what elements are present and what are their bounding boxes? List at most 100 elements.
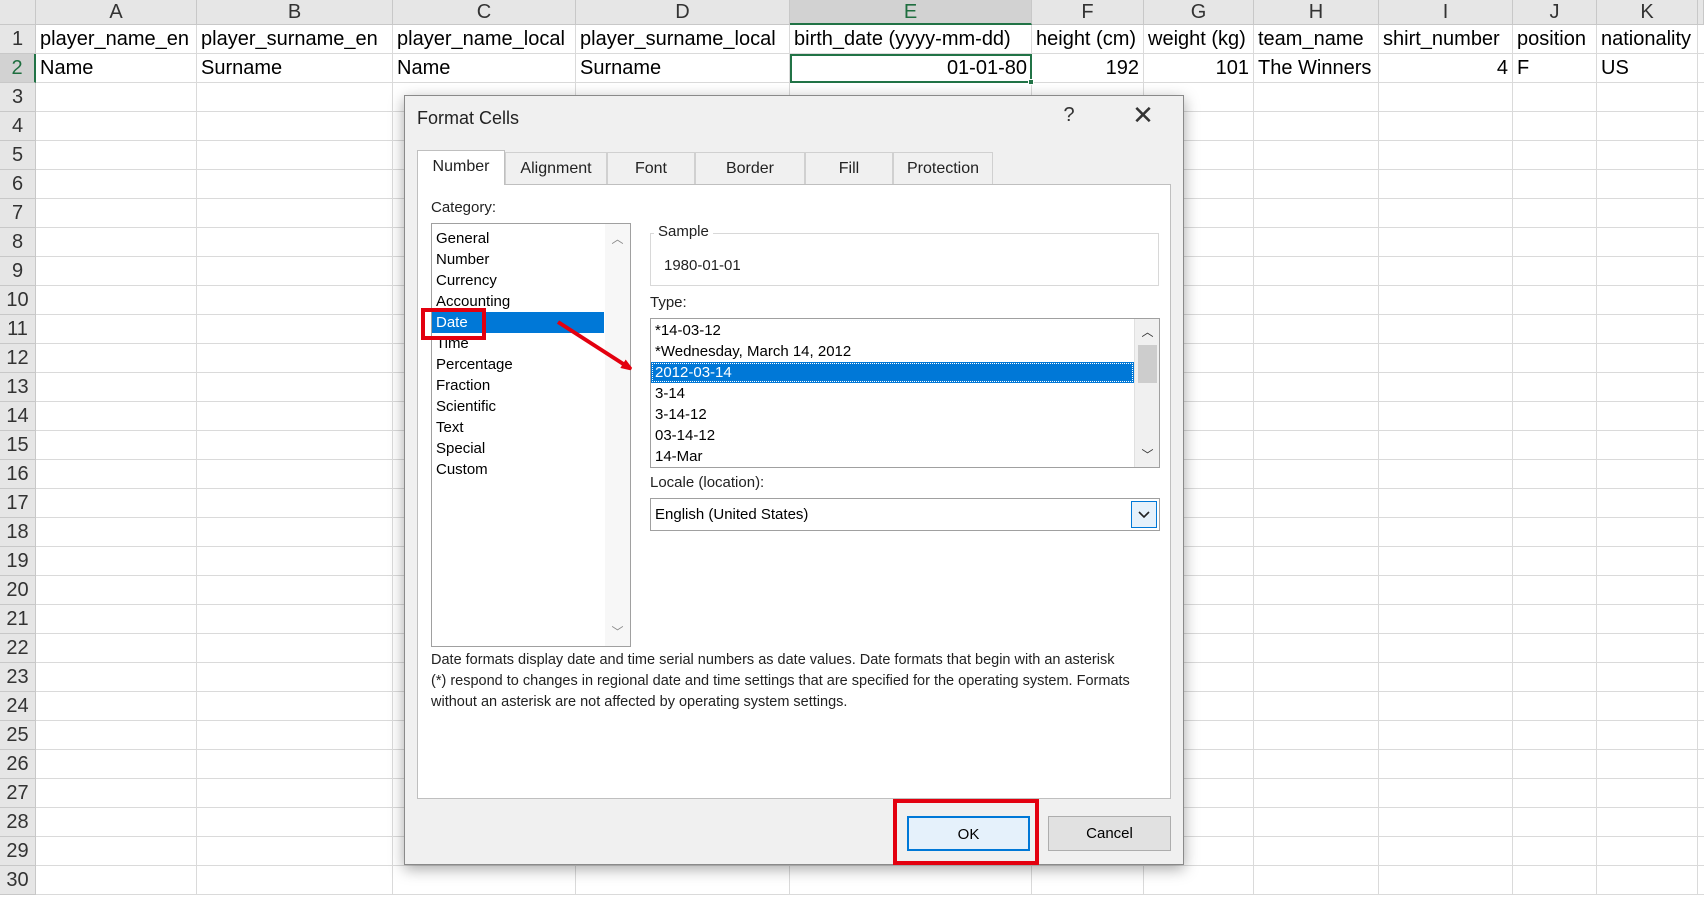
row-header-29[interactable]: 29: [0, 837, 36, 866]
cell-b15[interactable]: [197, 431, 393, 460]
cell-b24[interactable]: [197, 692, 393, 721]
cell-b20[interactable]: [197, 576, 393, 605]
cell-j2[interactable]: F: [1513, 54, 1597, 83]
cell-b5[interactable]: [197, 141, 393, 170]
cell-k19[interactable]: [1597, 547, 1698, 576]
cell-i30[interactable]: [1379, 866, 1513, 895]
category-item-accounting[interactable]: Accounting: [432, 291, 604, 312]
cell-b8[interactable]: [197, 228, 393, 257]
row-header-3[interactable]: 3: [0, 83, 36, 112]
cell-k10[interactable]: [1597, 286, 1698, 315]
cell-j9[interactable]: [1513, 257, 1597, 286]
cell-j24[interactable]: [1513, 692, 1597, 721]
cell-a20[interactable]: [36, 576, 197, 605]
category-item-general[interactable]: General: [432, 228, 604, 249]
cell-a27[interactable]: [36, 779, 197, 808]
cell-j16[interactable]: [1513, 460, 1597, 489]
row-header-17[interactable]: 17: [0, 489, 36, 518]
cell-j4[interactable]: [1513, 112, 1597, 141]
scroll-down-icon[interactable]: ﹀: [605, 623, 630, 640]
cell-h24[interactable]: [1254, 692, 1379, 721]
row-header-6[interactable]: 6: [0, 170, 36, 199]
row-header-9[interactable]: 9: [0, 257, 36, 286]
cell-j10[interactable]: [1513, 286, 1597, 315]
cell-f30[interactable]: [1032, 866, 1144, 895]
category-item-date[interactable]: Date: [432, 312, 604, 333]
row-header-10[interactable]: 10: [0, 286, 36, 315]
cell-b14[interactable]: [197, 402, 393, 431]
cell-k26[interactable]: [1597, 750, 1698, 779]
row-header-24[interactable]: 24: [0, 692, 36, 721]
cell-a25[interactable]: [36, 721, 197, 750]
cell-i19[interactable]: [1379, 547, 1513, 576]
cell-j11[interactable]: [1513, 315, 1597, 344]
cell-h27[interactable]: [1254, 779, 1379, 808]
cell-b12[interactable]: [197, 344, 393, 373]
cell-i13[interactable]: [1379, 373, 1513, 402]
column-header-b[interactable]: B: [197, 0, 393, 25]
cell-f1[interactable]: height (cm): [1032, 25, 1144, 54]
cell-h10[interactable]: [1254, 286, 1379, 315]
row-header-15[interactable]: 15: [0, 431, 36, 460]
cell-a7[interactable]: [36, 199, 197, 228]
cancel-button[interactable]: Cancel: [1048, 816, 1171, 851]
cell-h22[interactable]: [1254, 634, 1379, 663]
cell-k27[interactable]: [1597, 779, 1698, 808]
type-item[interactable]: 03-14-12: [651, 425, 1134, 446]
cell-j30[interactable]: [1513, 866, 1597, 895]
cell-b25[interactable]: [197, 721, 393, 750]
cell-b29[interactable]: [197, 837, 393, 866]
scroll-thumb[interactable]: [1138, 345, 1157, 383]
cell-i8[interactable]: [1379, 228, 1513, 257]
cell-i16[interactable]: [1379, 460, 1513, 489]
cell-b7[interactable]: [197, 199, 393, 228]
cell-h13[interactable]: [1254, 373, 1379, 402]
cell-i22[interactable]: [1379, 634, 1513, 663]
cell-h7[interactable]: [1254, 199, 1379, 228]
cell-c2[interactable]: Name: [393, 54, 576, 83]
cell-b6[interactable]: [197, 170, 393, 199]
cell-b21[interactable]: [197, 605, 393, 634]
cell-h23[interactable]: [1254, 663, 1379, 692]
column-header-g[interactable]: G: [1144, 0, 1254, 25]
locale-select[interactable]: English (United States): [650, 498, 1160, 531]
row-header-1[interactable]: 1: [0, 25, 36, 54]
cell-h20[interactable]: [1254, 576, 1379, 605]
column-header-e[interactable]: E: [790, 0, 1032, 25]
category-list[interactable]: General Number Currency Accounting Date Time P…: [431, 223, 631, 647]
cell-b28[interactable]: [197, 808, 393, 837]
column-header-f[interactable]: F: [1032, 0, 1144, 25]
cell-a29[interactable]: [36, 837, 197, 866]
cell-a17[interactable]: [36, 489, 197, 518]
cell-i12[interactable]: [1379, 344, 1513, 373]
cell-b2[interactable]: Surname: [197, 54, 393, 83]
cell-k18[interactable]: [1597, 518, 1698, 547]
cell-h30[interactable]: [1254, 866, 1379, 895]
cell-i10[interactable]: [1379, 286, 1513, 315]
cell-i7[interactable]: [1379, 199, 1513, 228]
help-button[interactable]: ?: [1055, 104, 1083, 127]
category-item-text[interactable]: Text: [432, 417, 604, 438]
cell-c1[interactable]: player_name_local: [393, 25, 576, 54]
cell-k11[interactable]: [1597, 315, 1698, 344]
row-header-25[interactable]: 25: [0, 721, 36, 750]
category-item-fraction[interactable]: Fraction: [432, 375, 604, 396]
cell-a9[interactable]: [36, 257, 197, 286]
cell-e30[interactable]: [790, 866, 1032, 895]
select-all-corner[interactable]: [0, 0, 36, 25]
row-header-18[interactable]: 18: [0, 518, 36, 547]
column-header-j[interactable]: J: [1513, 0, 1597, 25]
row-header-22[interactable]: 22: [0, 634, 36, 663]
cell-b11[interactable]: [197, 315, 393, 344]
cell-k20[interactable]: [1597, 576, 1698, 605]
cell-a3[interactable]: [36, 83, 197, 112]
cell-h6[interactable]: [1254, 170, 1379, 199]
cell-k14[interactable]: [1597, 402, 1698, 431]
cell-k15[interactable]: [1597, 431, 1698, 460]
cell-d1[interactable]: player_surname_local: [576, 25, 790, 54]
cell-b19[interactable]: [197, 547, 393, 576]
cell-i14[interactable]: [1379, 402, 1513, 431]
cell-b27[interactable]: [197, 779, 393, 808]
cell-j25[interactable]: [1513, 721, 1597, 750]
cell-h9[interactable]: [1254, 257, 1379, 286]
